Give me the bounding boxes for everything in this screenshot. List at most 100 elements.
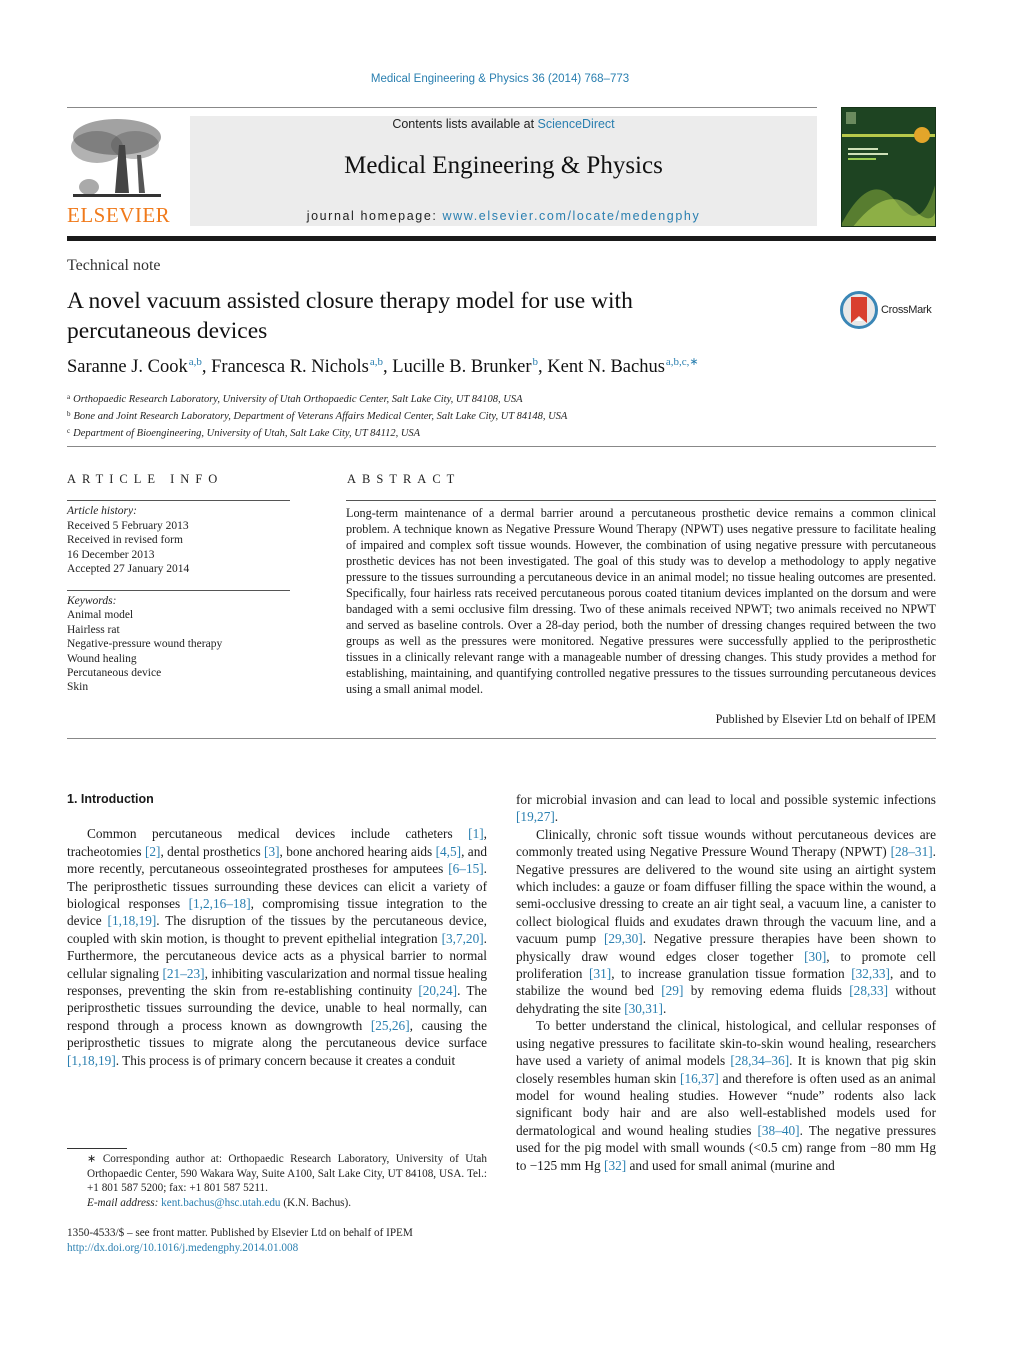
affiliation-text: Orthopaedic Research Laboratory, Univers… <box>73 394 523 405</box>
keyword: Animal model <box>67 609 134 622</box>
history-item: Accepted 27 January 2014 <box>67 563 190 575</box>
author[interactable]: Lucille B. Brunkerb <box>392 356 538 377</box>
email-line: E-mail address: kent.bachus@hsc.utah.edu… <box>67 1196 487 1211</box>
email-suffix: (K.N. Bachus). <box>280 1196 352 1209</box>
section-heading: 1. Introduction <box>67 792 154 806</box>
body-paragraph: for microbial invasion and can lead to l… <box>516 791 936 826</box>
citation-link[interactable]: [3] <box>264 844 280 859</box>
body-paragraph: Common percutaneous medical devices incl… <box>67 825 487 1069</box>
elsevier-tree-icon <box>71 119 161 197</box>
citation-link[interactable]: [1,18,19] <box>108 913 157 928</box>
contents-line: Contents lists available at ScienceDirec… <box>190 117 817 131</box>
body-text: for microbial invasion and can lead to l… <box>516 792 936 807</box>
crossmark-icon <box>840 291 878 329</box>
keywords-label: Keywords: <box>67 595 117 607</box>
right-paragraphs: for microbial invasion and can lead to l… <box>516 791 936 1174</box>
affiliation-text: Department of Bioengineering, University… <box>73 428 421 439</box>
crossmark-label: CrossMark <box>881 304 932 316</box>
author-affiliation-marks[interactable]: a,b,c,∗ <box>666 356 699 368</box>
citation-link[interactable]: [1] <box>468 826 484 841</box>
body-text: and used for small animal (murine and <box>626 1157 835 1173</box>
homepage-prefix: journal homepage: <box>306 209 443 223</box>
citation-link[interactable]: [3,7,20] <box>442 931 484 946</box>
doi-link[interactable]: http://dx.doi.org/10.1016/j.medengphy.20… <box>67 1242 298 1254</box>
journal-homepage-link[interactable]: www.elsevier.com/locate/medengphy <box>443 209 701 223</box>
keyword: Percutaneous device <box>67 667 162 680</box>
journal-masthead: Contents lists available at ScienceDirec… <box>190 116 817 226</box>
corresponding-text: ∗ Corresponding author at: Orthopaedic R… <box>87 1153 487 1194</box>
elsevier-wordmark: ELSEVIER <box>67 203 171 227</box>
citation-link[interactable]: [38–40] <box>757 1123 799 1138</box>
citation-link[interactable]: [19,27] <box>516 809 555 824</box>
citation-link[interactable]: [30,31] <box>624 1001 663 1016</box>
author-affiliation-marks[interactable]: a,b <box>370 356 383 368</box>
history-item: Received 5 February 2013 <box>67 519 189 532</box>
citation-link[interactable]: [28,33] <box>849 983 888 998</box>
history-item: 16 December 2013 <box>67 548 155 561</box>
body-text: , dental prosthetics <box>160 843 265 859</box>
citation-link[interactable]: [6–15] <box>448 861 483 876</box>
article-history: Article history: Received 5 February 201… <box>67 504 189 577</box>
author[interactable]: Francesca R. Nicholsa,b <box>211 356 383 377</box>
citation-link[interactable]: [1,2,16–18] <box>189 896 251 911</box>
affiliation-key: b <box>67 410 71 418</box>
article-info-heading: ARTICLE INFO <box>67 472 224 486</box>
keywords: Keywords: Animal model Hairless rat Nega… <box>67 594 222 695</box>
affiliation: c Department of Bioengineering, Universit… <box>67 424 567 441</box>
title-line-2: percutaneous devices <box>67 318 268 344</box>
author-separator: , <box>201 357 212 377</box>
citation-link[interactable]: [29] <box>661 983 683 998</box>
footnote-rule <box>67 1148 127 1149</box>
article-type: Technical note <box>67 257 161 274</box>
header-divider <box>67 107 817 108</box>
body-text: , bone anchored hearing aids <box>279 843 436 859</box>
keyword: Negative-pressure wound therapy <box>67 638 223 651</box>
email-link[interactable]: kent.bachus@hsc.utah.edu <box>161 1197 280 1209</box>
body-text: . This process is of primary concern bec… <box>115 1052 456 1068</box>
author-separator: , <box>538 357 548 377</box>
citation-link[interactable]: [31] <box>589 966 611 981</box>
elsevier-logo[interactable]: ELSEVIER <box>67 115 171 228</box>
citation-link[interactable]: [16,37] <box>680 1071 719 1086</box>
metadata-divider <box>67 446 936 447</box>
citation-link[interactable]: [28,34–36] <box>730 1053 789 1068</box>
affiliation: a Orthopaedic Research Laboratory, Univer… <box>67 390 567 407</box>
left-paragraphs: Common percutaneous medical devices incl… <box>67 825 487 1069</box>
citation-link[interactable]: [25,26] <box>371 1018 410 1033</box>
crossmark-button[interactable]: CrossMark <box>840 291 940 329</box>
author-separator: , <box>383 357 393 377</box>
sciencedirect-link[interactable]: ScienceDirect <box>538 117 615 131</box>
journal-citation[interactable]: Medical Engineering & Physics 36 (2014) … <box>0 73 1000 85</box>
citation-link[interactable]: [29,30] <box>604 931 643 946</box>
body-column-right: for microbial invasion and can lead to l… <box>516 791 936 1174</box>
citation-link[interactable]: [32] <box>604 1158 626 1173</box>
affiliation-key: a <box>67 393 71 401</box>
author-affiliation-marks[interactable]: a,b <box>189 356 202 368</box>
citation-link[interactable]: [30] <box>804 949 826 964</box>
body-paragraph: Clinically, chronic soft tissue wounds w… <box>516 826 936 1017</box>
author[interactable]: Saranne J. Cooka,b <box>67 356 202 377</box>
abstract-publisher-note: Published by Elsevier Ltd on behalf of I… <box>715 712 936 726</box>
body-text: by removing edema fluids <box>683 983 850 999</box>
history-item: Received in revised form <box>67 534 183 546</box>
citation-link[interactable]: [20,24] <box>418 983 457 998</box>
issn-line: 1350-4533/$ – see front matter. Publishe… <box>67 1227 413 1239</box>
abstract-heading: ABSTRACT <box>347 472 461 486</box>
citation-link[interactable]: [1,18,19] <box>67 1053 116 1068</box>
journal-cover-image[interactable] <box>841 107 936 227</box>
citation-link[interactable]: [32,33] <box>851 966 890 981</box>
citation-link[interactable]: [4,5] <box>436 844 461 859</box>
author-name: Saranne J. Cook <box>67 357 188 377</box>
header-thick-rule <box>67 236 936 241</box>
citation-link[interactable]: [28–31] <box>891 844 933 859</box>
history-label: Article history: <box>67 505 137 517</box>
body-text: . <box>662 1000 667 1016</box>
citation-link[interactable]: [21–23] <box>162 966 204 981</box>
citation-link[interactable]: [2] <box>145 844 161 859</box>
body-text: Clinically, chronic soft tissue wounds w… <box>516 826 936 860</box>
keywords-rule <box>67 590 290 591</box>
article-info-rule <box>67 500 290 501</box>
keyword: Hairless rat <box>67 623 120 636</box>
author[interactable]: Kent N. Bachusa,b,c,∗ <box>547 356 699 377</box>
affiliation-key: c <box>67 427 71 435</box>
